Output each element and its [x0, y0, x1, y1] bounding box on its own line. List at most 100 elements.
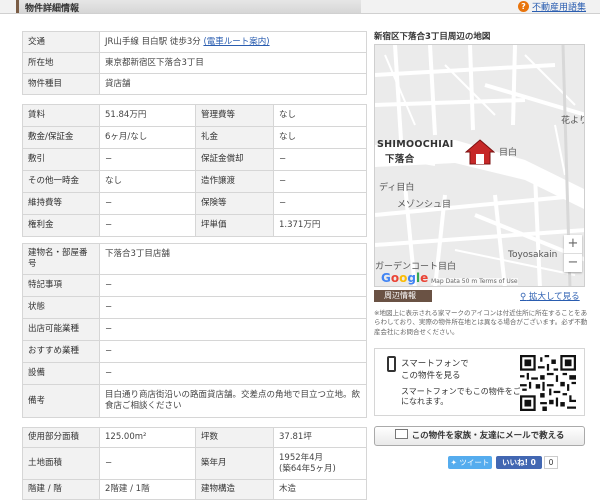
map-area-label-en: SHIMOOCHIAI	[377, 139, 454, 150]
table-row: 敷引 − 保証金償却 −	[22, 148, 367, 171]
section-header: 物件詳細情報 ? 不動産用語集	[0, 0, 600, 14]
table-row: 特記事項 −	[22, 274, 367, 297]
enlarge-map-label[interactable]: 拡大して見る	[529, 292, 580, 302]
row-label: 土地面積	[22, 447, 100, 480]
row-value: 125.00m²	[99, 427, 196, 448]
twitter-bird-icon: ✦	[450, 458, 457, 467]
row-label: 交通	[22, 31, 100, 53]
enlarge-map-link[interactable]: ⚲ 拡大して見る	[520, 290, 580, 302]
row-label: 所在地	[22, 52, 100, 74]
row-value: 6ヶ月/なし	[99, 126, 196, 149]
tweet-label: ツイート	[459, 458, 490, 467]
map-place-label: 目白	[499, 148, 518, 158]
map-disclaimer: ※地図上に表示される家マークのアイコンは付近住所に所在することをあらわしており、…	[374, 309, 588, 336]
smartphone-icon	[387, 356, 396, 372]
table-row: 土地面積 − 築年月 1952年4月 (築64年5ヶ月)	[22, 447, 367, 480]
email-share-button[interactable]: この物件を家族・友達にメールで教える	[374, 426, 585, 446]
nearby-info-button[interactable]: 周辺情報	[374, 290, 432, 302]
row-value: なし	[99, 170, 196, 193]
basic-info-table: 交通 JR山手線 目白駅 徒歩3分 (電車ルート案内) 所在地 東京都新宿区下落…	[22, 31, 367, 95]
row-label: その他一時金	[22, 170, 100, 193]
email-share-label: この物件を家族・友達にメールで教える	[411, 431, 565, 441]
help-icon: ?	[518, 1, 529, 12]
row-label: 状態	[22, 296, 100, 319]
row-label: 礼金	[195, 126, 274, 149]
map-place-label: Toyosakain	[508, 250, 558, 260]
zoom-in-button[interactable]: +	[564, 235, 582, 253]
row-value: なし	[273, 126, 367, 149]
map-title: 新宿区下落合3丁目周辺の地図	[374, 32, 491, 42]
size-table: 使用部分面積 125.00m² 坪数 37.81坪 土地面積 − 築年月 195…	[22, 427, 367, 500]
row-label: おすすめ業種	[22, 340, 100, 363]
row-value: 目白通り商店街沿いの路面貸店舗。交差点の角地で目立つ立地。飲食店ご相談ください	[99, 384, 367, 418]
row-value: 貸店舗	[99, 73, 367, 95]
map-attribution[interactable]: Map Data 50 m Terms of Use	[431, 278, 518, 285]
row-value: −	[99, 447, 196, 480]
row-value: −	[99, 318, 367, 341]
row-value: −	[99, 274, 367, 297]
glossary-link-label[interactable]: 不動産用語集	[532, 0, 586, 13]
row-value: 37.81坪	[273, 427, 367, 448]
map-place-label: メゾンシュ目	[397, 200, 452, 210]
map-area-label-jp: 下落合	[385, 154, 415, 165]
table-row: 設備 −	[22, 362, 367, 385]
row-label: 保証金償却	[195, 148, 274, 171]
facebook-like-button[interactable]: いいね! 0	[496, 456, 542, 469]
row-label: 築年月	[195, 447, 274, 480]
row-label: 建物名・部屋番号	[22, 243, 100, 275]
row-value: −	[99, 296, 367, 319]
row-value: −	[99, 340, 367, 363]
row-value: −	[273, 148, 367, 171]
tweet-button[interactable]: ✦ ツイート	[448, 456, 492, 469]
row-label: 造作譲渡	[195, 170, 274, 193]
table-row: その他一時金 なし 造作譲渡 −	[22, 170, 367, 193]
table-row: おすすめ業種 −	[22, 340, 367, 363]
table-row: 敷金/保証金 6ヶ月/なし 礼金 なし	[22, 126, 367, 149]
row-label: 物件種目	[22, 73, 100, 95]
row-label: 管理費等	[195, 104, 274, 127]
row-value: −	[99, 192, 196, 215]
qr-code-icon	[520, 355, 576, 411]
row-label: 坪数	[195, 427, 274, 448]
area-map[interactable]: 花より SHIMOOCHIAI 下落合 目白 ディ目白 メゾンシュ目 Toyos…	[374, 44, 585, 287]
glossary-link[interactable]: ? 不動産用語集	[518, 0, 586, 13]
access-text: JR山手線 目白駅 徒歩3分	[105, 36, 201, 47]
building-table: 建物名・部屋番号 下落合3丁目店舗 特記事項 − 状態 − 出店可能業種 − お…	[22, 243, 367, 418]
table-row: 賃料 51.84万円 管理費等 なし	[22, 104, 367, 127]
table-row: 物件種目 貸店舗	[22, 73, 367, 95]
row-value: 下落合3丁目店舗	[99, 243, 367, 275]
table-row: 建物名・部屋番号 下落合3丁目店舗	[22, 243, 367, 275]
row-label: 備考	[22, 384, 100, 418]
table-row: 備考 目白通り商店街沿いの路面貸店舗。交差点の角地で目立つ立地。飲食店ご相談くだ…	[22, 384, 367, 418]
row-label: 敷引	[22, 148, 100, 171]
row-label: 維持費等	[22, 192, 100, 215]
row-value: なし	[273, 104, 367, 127]
smartphone-title: スマートフォンで この物件を見る	[401, 359, 469, 381]
row-value: 1.371万円	[273, 214, 367, 237]
building-age: (築64年5ヶ月)	[279, 463, 336, 474]
route-link[interactable]: (電車ルート案内)	[203, 37, 269, 47]
row-value: −	[99, 214, 196, 237]
like-count: 0	[544, 456, 558, 469]
row-label: 特記事項	[22, 274, 100, 297]
row-value: −	[273, 170, 367, 193]
table-row: 交通 JR山手線 目白駅 徒歩3分 (電車ルート案内)	[22, 31, 367, 53]
row-value: 51.84万円	[99, 104, 196, 127]
row-value: 1952年4月 (築64年5ヶ月)	[273, 447, 367, 480]
table-row: 使用部分面積 125.00m² 坪数 37.81坪	[22, 427, 367, 448]
google-logo: Google	[381, 271, 429, 285]
built-date: 1952年4月	[279, 452, 324, 463]
section-tab: 物件詳細情報	[16, 0, 361, 14]
smartphone-description: スマートフォンでもこの物件をご覧 になれます。	[401, 387, 529, 407]
row-value: −	[99, 148, 196, 171]
row-label: 坪単価	[195, 214, 274, 237]
section-title: 物件詳細情報	[25, 4, 80, 14]
table-row: 権利金 − 坪単価 1.371万円	[22, 214, 367, 237]
table-row: 出店可能業種 −	[22, 318, 367, 341]
row-label: 出店可能業種	[22, 318, 100, 341]
row-label: 保険等	[195, 192, 274, 215]
zoom-out-button[interactable]: −	[564, 253, 582, 272]
table-row: 所在地 東京都新宿区下落合3丁目	[22, 52, 367, 74]
house-pin-icon[interactable]	[465, 139, 495, 165]
row-label: 設備	[22, 362, 100, 385]
